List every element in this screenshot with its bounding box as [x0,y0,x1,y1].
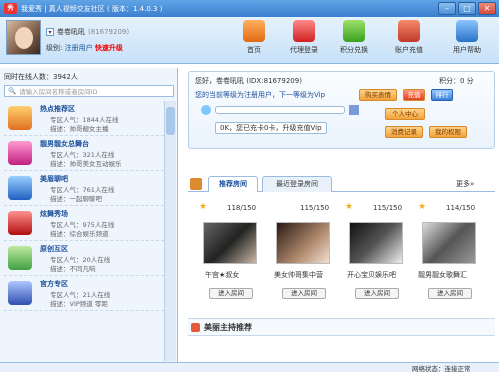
recharge-button[interactable]: 充值 [403,89,425,101]
main-panel: 您好，卷卷吼吼 (IDX:81679209) 积分：0 分 您的当前等级为注册用… [182,68,499,362]
room-card[interactable]: ★ 115/150 开心宝贝娱乐吧 进入房间 [343,200,411,304]
section-icon [191,323,200,332]
dance-icon [8,211,32,235]
star-icon: ★ [199,202,208,212]
room-card[interactable]: 115/150 美女帅哥集中营 进入房间 [270,200,338,304]
hot-icon [8,106,32,130]
chat-icon [8,176,32,200]
room-photo[interactable] [203,222,257,264]
progress-label: 0K，您已充卡0卡，升级充值Vip [215,122,327,134]
online-count: 同时在线人数：3942人 [4,73,78,81]
enter-room-button[interactable]: 进入房间 [355,288,399,299]
room-photo[interactable] [276,222,330,264]
room-card[interactable]: ★ 114/150 靓男靓女歌舞汇 进入房间 [416,200,484,304]
list-item[interactable]: 美眉聊吧 专区人气：761人在线 描述：一起聊聊吧 [4,171,164,206]
level-badge-icon [201,105,211,115]
network-status: 网络状态：连接正常 [412,365,471,372]
greeting: 您好，卷卷吼吼 (IDX:81679209) [195,77,302,85]
list-item[interactable]: 官方专区 专区人气：21人在线 描述：VIP频道 零距 [4,276,164,311]
score: 积分：0 分 [439,77,474,85]
sidebar-scrollbar[interactable] [164,101,176,361]
close-button[interactable]: ✕ [478,2,496,15]
list-item[interactable]: 炫舞秀场 专区人气：975人在线 描述：综合娱乐频道 [4,206,164,241]
buy-emoji-button[interactable]: 购买表情 [359,89,397,101]
enter-room-button[interactable]: 进入房间 [209,288,253,299]
scrollbar-thumb[interactable] [166,107,175,135]
tab-recent[interactable]: 最近登录房间 [262,176,332,192]
agent-icon [293,20,315,42]
help-icon [456,20,478,42]
section-title: 美丽主持推荐 [204,323,252,332]
level-line: 您的当前等级为注册用户，下一等级为Vip [195,91,326,99]
room-tabs: 推荐房间 最近登录房间 更多» [188,176,495,192]
enter-room-button[interactable]: 进入房间 [428,288,472,299]
records-button[interactable]: 消费记录 [385,126,423,138]
star-icon: ★ [345,202,354,212]
nav-agent-login[interactable]: 代理登录 [283,18,325,62]
avatar[interactable] [6,20,41,55]
host-recommend-section: 美丽主持推荐 [188,318,495,336]
tab-recommended[interactable]: 推荐房间 [208,176,258,192]
home-small-icon[interactable] [190,178,202,190]
list-item[interactable]: 热点推荐区 专区人气：1844人在线 描述：帅哥靓女主播 [4,101,164,136]
room-list: 热点推荐区 专区人气：1844人在线 描述：帅哥靓女主播 靓男靓女总舞台 专区人… [4,101,164,361]
rights-button[interactable]: 我的权限 [429,126,467,138]
app-logo: 秀 [4,3,17,14]
nav-home[interactable]: 首页 [233,18,275,62]
wallet-icon [398,20,420,42]
nav-recharge[interactable]: 账户充值 [388,18,430,62]
official-icon [8,281,32,305]
room-card[interactable]: ★ 118/150 午宫★叔女 进入房间 [197,200,265,304]
window-title: 我爱秀 | 真人视频交友社区 ( 版本：1.4.0.3 ) [21,4,163,13]
minimize-button[interactable]: – [438,2,456,15]
personal-center-button[interactable]: 个人中心 [385,108,425,120]
search-input[interactable]: 🔍 请输入房间名称或者房间ID [4,85,174,97]
title-bar: 秀 我爱秀 | 真人视频交友社区 ( 版本：1.4.0.3 ) – □ ✕ [0,0,499,17]
status-dropdown-icon[interactable]: ▾ [46,28,54,36]
ranking-button[interactable]: 排行 [431,89,453,101]
list-item[interactable]: 靓男靓女总舞台 专区人气：321人在线 描述：帅哥美女互动娱乐 [4,136,164,171]
level-label: 级别: [46,44,63,52]
stage-icon [8,141,32,165]
nav-points-exchange[interactable]: 积分兑换 [333,18,375,62]
room-photo[interactable] [349,222,403,264]
sidebar: 同时在线人数：3942人 🔍 请输入房间名称或者房间ID 热点推荐区 专区人气：… [0,68,178,362]
vip-badge-icon [349,105,359,115]
user-nick: 卷卷吼吼 [57,28,85,36]
user-id: (81679209) [88,28,130,36]
list-item[interactable]: 原创互区 专区人气：20人在线 描述：不同凡响 [4,241,164,276]
star-icon: ★ [418,202,427,212]
quick-upgrade-link[interactable]: 快速升级 [95,44,123,52]
maximize-button[interactable]: □ [458,2,476,15]
home-icon [243,20,265,42]
nav-help[interactable]: 用户帮助 [446,18,488,62]
account-info: 您好，卷卷吼吼 (IDX:81679209) 积分：0 分 您的当前等级为注册用… [188,71,495,149]
enter-room-button[interactable]: 进入房间 [282,288,326,299]
search-icon: 🔍 [8,87,17,95]
header: ▾ 卷卷吼吼 (81679209) 级别: 注册用户 快速升级 首页 代理登录 … [0,17,499,64]
level-progress-bar [215,106,345,114]
more-link[interactable]: 更多» [456,179,474,189]
points-icon [343,20,365,42]
status-bar: 网络状态：连接正常 [0,362,499,372]
original-icon [8,246,32,270]
user-level: 注册用户 [64,44,93,52]
room-photo[interactable] [422,222,476,264]
